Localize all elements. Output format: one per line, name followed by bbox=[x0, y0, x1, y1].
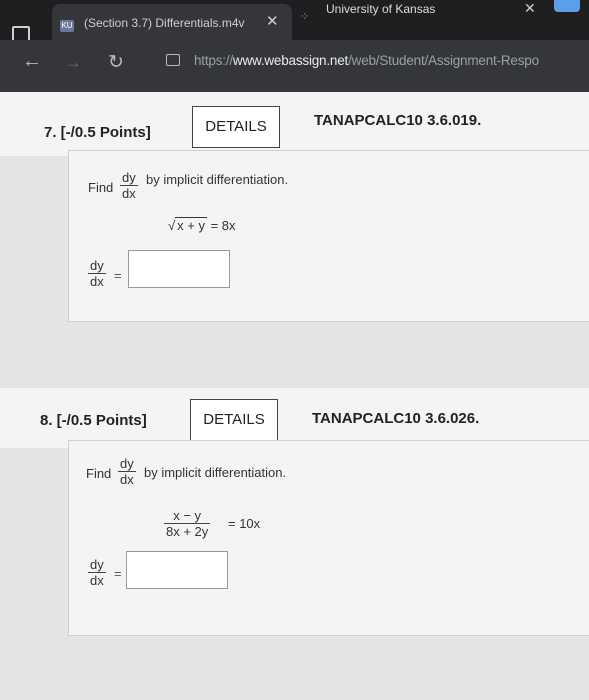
question-8-equation-fraction: x − y 8x + 2y bbox=[164, 508, 211, 539]
tab-title-second[interactable]: University of Kansas bbox=[326, 2, 435, 16]
question-8-answer-equals: = bbox=[114, 566, 122, 581]
tab-close-icon[interactable]: ✕ bbox=[266, 12, 279, 30]
tab-title-active[interactable]: (Section 3.7) Differentials.m4v bbox=[84, 16, 245, 30]
derivative-denominator: dx bbox=[120, 472, 134, 487]
reload-icon[interactable]: ↻ bbox=[108, 51, 124, 74]
question-8-number: 8. [-/0.5 Points] bbox=[40, 412, 147, 429]
question-7-details-button[interactable]: DETAILS bbox=[192, 106, 280, 148]
answer-label-numerator: dy bbox=[90, 557, 104, 572]
question-8-find-prefix: Find bbox=[86, 466, 112, 481]
url-scheme: https:// bbox=[194, 53, 233, 68]
extension-icon[interactable] bbox=[554, 0, 580, 12]
url-path: /web/Student/Assignment-Respo bbox=[348, 53, 539, 68]
back-arrow-icon[interactable]: ← bbox=[22, 50, 42, 73]
question-8-course-code: TANAPCALC10 3.6.026. bbox=[312, 410, 480, 427]
question-7-equation-rhs: = 8x bbox=[210, 218, 236, 233]
question-8-find-derivative: dy dx bbox=[118, 456, 136, 487]
forward-arrow-icon[interactable]: → bbox=[64, 52, 82, 73]
question-8-details-button[interactable]: DETAILS bbox=[190, 399, 278, 441]
derivative-denominator: dx bbox=[122, 186, 136, 201]
question-7-answer-input[interactable] bbox=[128, 250, 230, 288]
address-bar[interactable]: https://www.webassign.net/web/Student/As… bbox=[194, 53, 539, 68]
equation-denominator: 8x + 2y bbox=[166, 524, 209, 539]
equation-numerator: x − y bbox=[173, 508, 202, 523]
question-7-course-code: TANAPCALC10 3.6.019. bbox=[314, 112, 482, 129]
loading-icon: ⁘ bbox=[300, 11, 310, 23]
question-8-answer-input[interactable] bbox=[126, 551, 228, 589]
answer-label-denominator: dx bbox=[90, 573, 104, 588]
question-8-find-suffix: by implicit differentiation. bbox=[144, 465, 287, 480]
question-7-equation: √ x + y = 8x bbox=[168, 217, 236, 233]
lock-icon[interactable] bbox=[166, 54, 180, 66]
url-host: www.webassign.net bbox=[232, 53, 349, 68]
question-7-find-prefix: Find bbox=[88, 180, 114, 195]
question-7-number: 7. [-/0.5 Points] bbox=[44, 124, 151, 141]
question-7-answer-label: dy dx bbox=[88, 258, 106, 289]
question-8-equation-rhs: = 10x bbox=[228, 516, 261, 531]
derivative-numerator: dy bbox=[122, 170, 136, 185]
webassign-page: 7. [-/0.5 Points] DETAILS TANAPCALC10 3.… bbox=[0, 92, 589, 700]
question-7-find-derivative: dy dx bbox=[120, 170, 138, 201]
derivative-numerator: dy bbox=[120, 456, 134, 471]
question-7-answer-equals: = bbox=[114, 268, 122, 283]
answer-label-denominator: dx bbox=[90, 274, 104, 289]
question-7-find-suffix: by implicit differentiation. bbox=[146, 172, 289, 187]
ku-favicon-icon: KU bbox=[60, 20, 74, 32]
question-8-answer-label: dy dx bbox=[88, 557, 106, 588]
answer-label-numerator: dy bbox=[90, 258, 104, 273]
window-close-icon[interactable]: ✕ bbox=[524, 0, 536, 17]
sqrt-radicand: x + y bbox=[175, 217, 207, 233]
